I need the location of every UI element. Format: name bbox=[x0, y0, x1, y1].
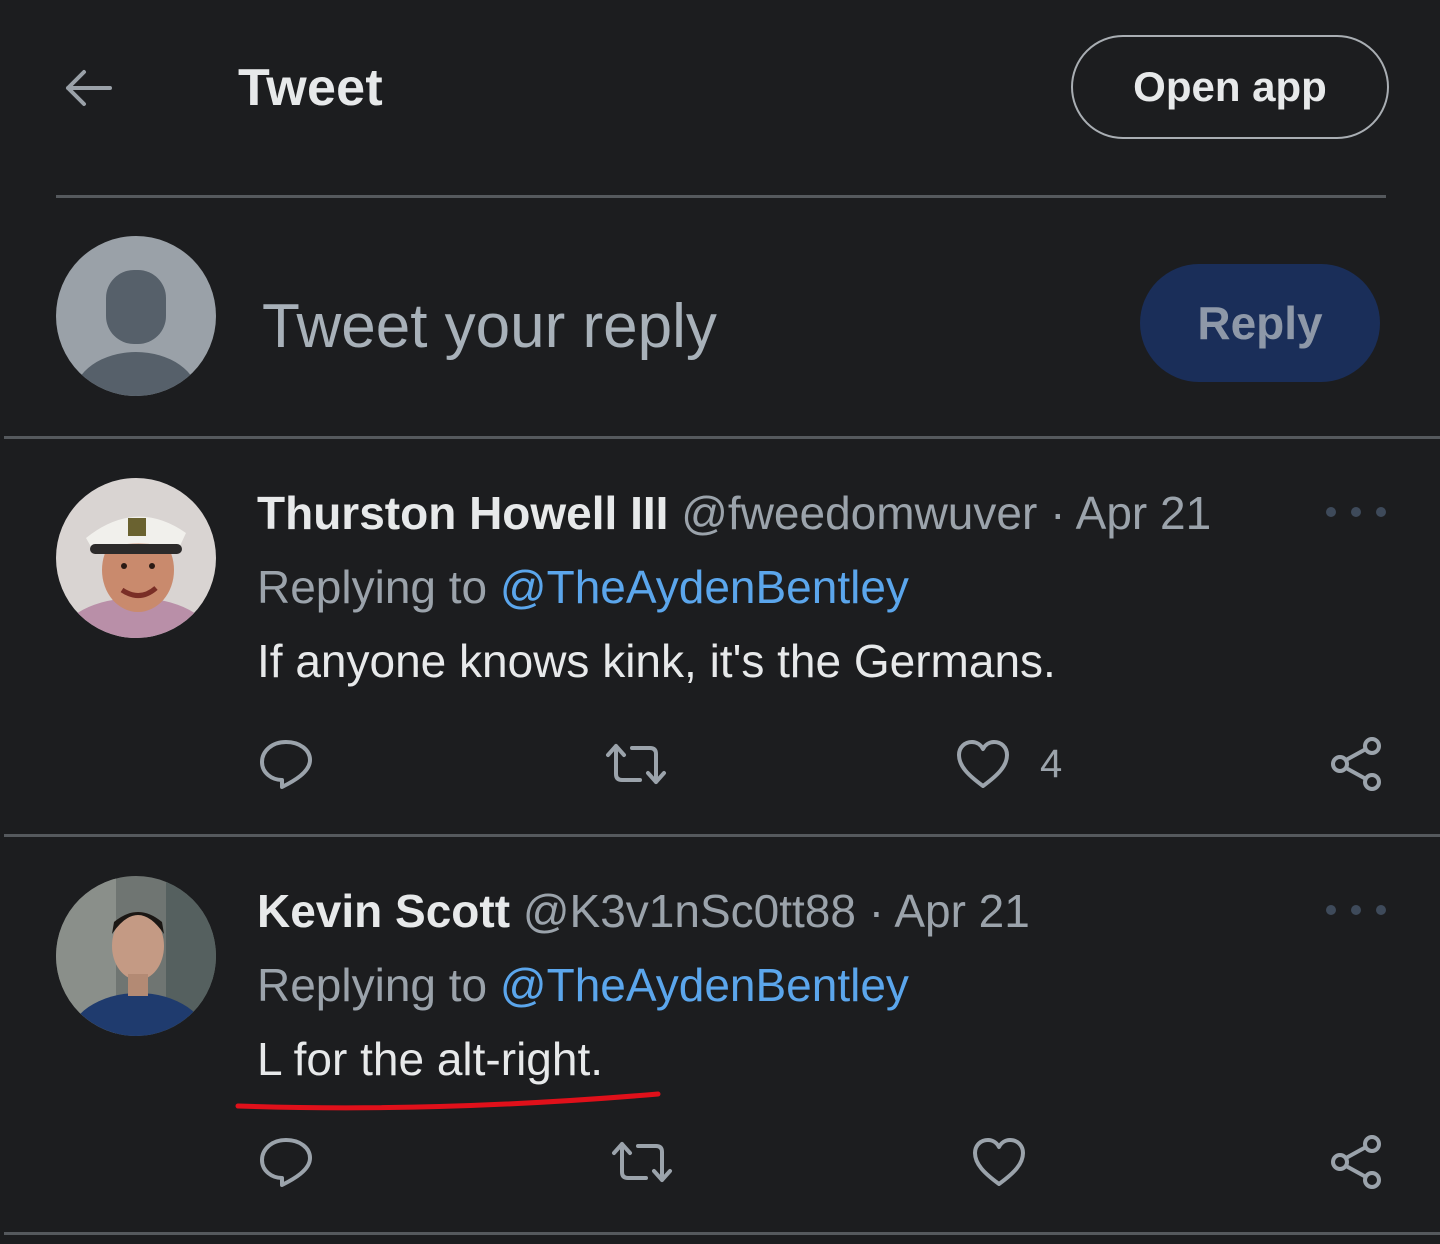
tweet-date[interactable]: Apr 21 bbox=[894, 885, 1030, 937]
mention-link[interactable]: @TheAydenBentley bbox=[500, 561, 909, 613]
share-action[interactable] bbox=[1328, 1134, 1384, 1190]
tweet-header: Kevin Scott @K3v1nSc0tt88 · Apr 21 bbox=[257, 884, 1030, 938]
tweet-date[interactable]: Apr 21 bbox=[1076, 487, 1212, 539]
divider bbox=[4, 1232, 1440, 1235]
replying-prefix: Replying to bbox=[257, 561, 488, 613]
tweet-text: L for the alt-right. bbox=[257, 1033, 604, 1085]
mention-link[interactable]: @TheAydenBentley bbox=[500, 959, 909, 1011]
replying-to: Replying to @TheAydenBentley bbox=[257, 560, 909, 614]
avatar[interactable] bbox=[56, 478, 216, 638]
like-icon bbox=[957, 740, 1009, 788]
like-count: 4 bbox=[1040, 741, 1063, 786]
like-action[interactable] bbox=[972, 1136, 1026, 1188]
tweet-header: Thurston Howell III @fweedomwuver · Apr … bbox=[257, 486, 1211, 540]
user-handle[interactable]: @K3v1nSc0tt88 bbox=[523, 885, 856, 937]
reply-button[interactable]: Reply bbox=[1140, 264, 1380, 382]
reply-icon bbox=[260, 740, 312, 789]
avatar[interactable] bbox=[56, 876, 216, 1036]
retweet-action[interactable] bbox=[604, 740, 668, 788]
top-bar: Tweet Open app bbox=[0, 0, 1440, 198]
page-title: Tweet bbox=[238, 59, 384, 117]
user-name[interactable]: Thurston Howell III bbox=[257, 487, 668, 539]
avatar-image bbox=[56, 478, 216, 638]
back-arrow-icon bbox=[66, 70, 112, 106]
default-avatar-icon bbox=[74, 270, 198, 396]
retweet-icon bbox=[612, 1142, 672, 1182]
divider bbox=[4, 834, 1440, 837]
reply-action[interactable] bbox=[258, 1136, 314, 1188]
replying-to: Replying to @TheAydenBentley bbox=[257, 958, 909, 1012]
back-button[interactable] bbox=[58, 62, 118, 114]
user-name[interactable]: Kevin Scott bbox=[257, 885, 510, 937]
more-icon[interactable] bbox=[1326, 898, 1386, 922]
reply-composer: Reply bbox=[0, 198, 1440, 438]
retweet-action[interactable] bbox=[610, 1138, 674, 1186]
reply-input[interactable] bbox=[262, 286, 1082, 366]
replying-prefix: Replying to bbox=[257, 959, 488, 1011]
user-handle[interactable]: @fweedomwuver bbox=[681, 487, 1037, 539]
separator: · bbox=[1050, 487, 1066, 539]
share-icon bbox=[1331, 1135, 1381, 1189]
like-action[interactable]: 4 bbox=[956, 738, 1062, 790]
avatar bbox=[56, 236, 216, 396]
retweet-icon bbox=[606, 744, 666, 784]
reply-action[interactable] bbox=[258, 738, 314, 790]
separator: · bbox=[868, 885, 885, 937]
divider bbox=[4, 436, 1440, 439]
tweet-text: If anyone knows kink, it's the Germans. bbox=[257, 635, 1056, 687]
share-action[interactable] bbox=[1328, 736, 1384, 792]
reply-icon bbox=[260, 1138, 312, 1187]
like-icon bbox=[973, 1138, 1025, 1186]
avatar-image bbox=[56, 876, 216, 1036]
open-app-button[interactable]: Open app bbox=[1071, 35, 1389, 139]
more-icon[interactable] bbox=[1326, 500, 1386, 524]
annotation-underline bbox=[235, 1091, 661, 1111]
share-icon bbox=[1331, 737, 1381, 791]
